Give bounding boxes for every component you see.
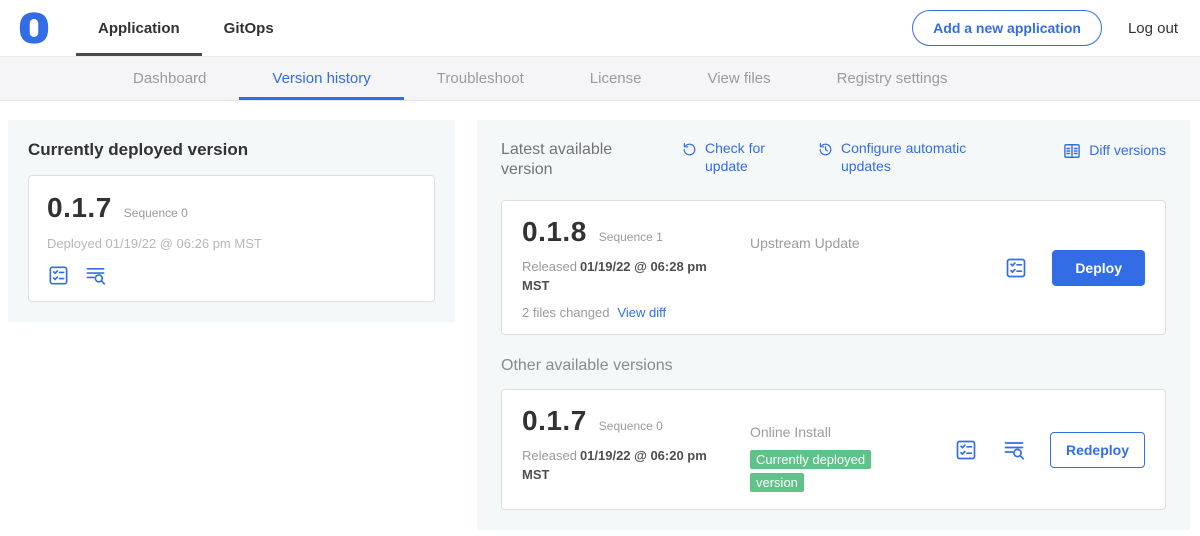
other-version-number: 0.1.7 (522, 405, 587, 437)
subnav-troubleshoot[interactable]: Troubleshoot (404, 57, 557, 100)
deployed-version-number: 0.1.7 (47, 192, 112, 224)
refresh-icon (681, 141, 698, 158)
deployed-timestamp: Deployed 01/19/22 @ 06:26 pm MST (47, 236, 416, 251)
latest-sequence-label: Sequence 1 (599, 230, 663, 244)
subnav-registry-settings[interactable]: Registry settings (804, 57, 981, 100)
released-prefix: Released (522, 259, 577, 274)
subnav-version-history[interactable]: Version history (239, 57, 403, 100)
diff-table-icon (1062, 141, 1082, 161)
other-source-block: Online Install Currently deployed versio… (750, 405, 954, 496)
other-available-versions-title: Other available versions (501, 357, 1166, 375)
currently-deployed-badge: Currently deployed version (750, 450, 871, 493)
app-subnav: Dashboard Version history Troubleshoot L… (0, 57, 1200, 101)
subnav-dashboard[interactable]: Dashboard (100, 57, 239, 100)
diff-versions-label: Diff versions (1089, 142, 1166, 160)
latest-released-line: Released01/19/22 @ 06:28 pm MST (522, 258, 714, 296)
tab-gitops[interactable]: GitOps (202, 0, 296, 56)
auto-update-clock-icon (817, 141, 834, 158)
deployed-version-box: 0.1.7 Sequence 0 Deployed 01/19/22 @ 06:… (28, 175, 435, 302)
check-for-update-label: Check for update (705, 140, 787, 175)
latest-source-label: Upstream Update (750, 216, 1004, 320)
latest-header: Latest available version Check for updat… (501, 140, 1166, 180)
subnav-view-files[interactable]: View files (674, 57, 803, 100)
logout-link[interactable]: Log out (1128, 20, 1178, 37)
files-changed-label: 2 files changed (522, 305, 609, 320)
redeploy-button[interactable]: Redeploy (1050, 432, 1145, 468)
diff-versions-link[interactable]: Diff versions (1062, 140, 1166, 161)
status-badge-wrap: Currently deployed version (750, 448, 900, 496)
check-for-update-link[interactable]: Check for update (681, 140, 787, 175)
other-sequence-label: Sequence 0 (599, 419, 663, 433)
files-changed-line: 2 files changed View diff (522, 305, 750, 320)
top-navbar: Application GitOps Add a new application… (0, 0, 1200, 57)
currently-deployed-title: Currently deployed version (28, 140, 435, 160)
version-row-other: 0.1.7 Sequence 0 Released01/19/22 @ 06:2… (501, 389, 1166, 511)
configure-automatic-updates-label: Configure automatic updates (841, 140, 989, 175)
version-row-latest: 0.1.8 Sequence 1 Released01/19/22 @ 06:2… (501, 200, 1166, 335)
preflight-checks-icon[interactable] (954, 438, 978, 462)
subnav-license[interactable]: License (557, 57, 675, 100)
main-content: Currently deployed version 0.1.7 Sequenc… (0, 101, 1200, 536)
other-actions: Redeploy (954, 432, 1145, 468)
other-released-line: Released01/19/22 @ 06:20 pm MST (522, 447, 714, 485)
other-version-info: 0.1.7 Sequence 0 Released01/19/22 @ 06:2… (522, 405, 750, 496)
other-source-label: Online Install (750, 424, 954, 440)
released-prefix: Released (522, 448, 577, 463)
navbar-right: Add a new application Log out (912, 10, 1178, 46)
deploy-button[interactable]: Deploy (1052, 250, 1145, 286)
tab-application[interactable]: Application (76, 0, 202, 56)
other-version-line: 0.1.7 Sequence 0 (522, 405, 750, 437)
primary-nav: Application GitOps (76, 0, 296, 56)
view-diff-link[interactable]: View diff (617, 305, 666, 320)
preflight-checks-icon[interactable] (1004, 256, 1028, 280)
latest-version-line: 0.1.8 Sequence 1 (522, 216, 750, 248)
deployed-sequence-label: Sequence 0 (124, 206, 188, 220)
available-versions-card: Latest available version Check for updat… (477, 120, 1190, 530)
deployed-actions (47, 264, 416, 287)
latest-version-number: 0.1.8 (522, 216, 587, 248)
latest-available-title: Latest available version (501, 140, 633, 180)
latest-actions: Deploy (1004, 250, 1145, 286)
deployed-version-line: 0.1.7 Sequence 0 (47, 192, 416, 224)
release-notes-search-icon[interactable] (1002, 438, 1026, 462)
currently-deployed-card: Currently deployed version 0.1.7 Sequenc… (8, 120, 455, 322)
release-notes-search-icon[interactable] (84, 264, 107, 287)
preflight-checks-icon[interactable] (47, 264, 70, 287)
add-application-button[interactable]: Add a new application (912, 10, 1102, 46)
configure-automatic-updates-link[interactable]: Configure automatic updates (817, 140, 989, 175)
app-logo-icon (16, 10, 52, 46)
latest-version-info: 0.1.8 Sequence 1 Released01/19/22 @ 06:2… (522, 216, 750, 320)
